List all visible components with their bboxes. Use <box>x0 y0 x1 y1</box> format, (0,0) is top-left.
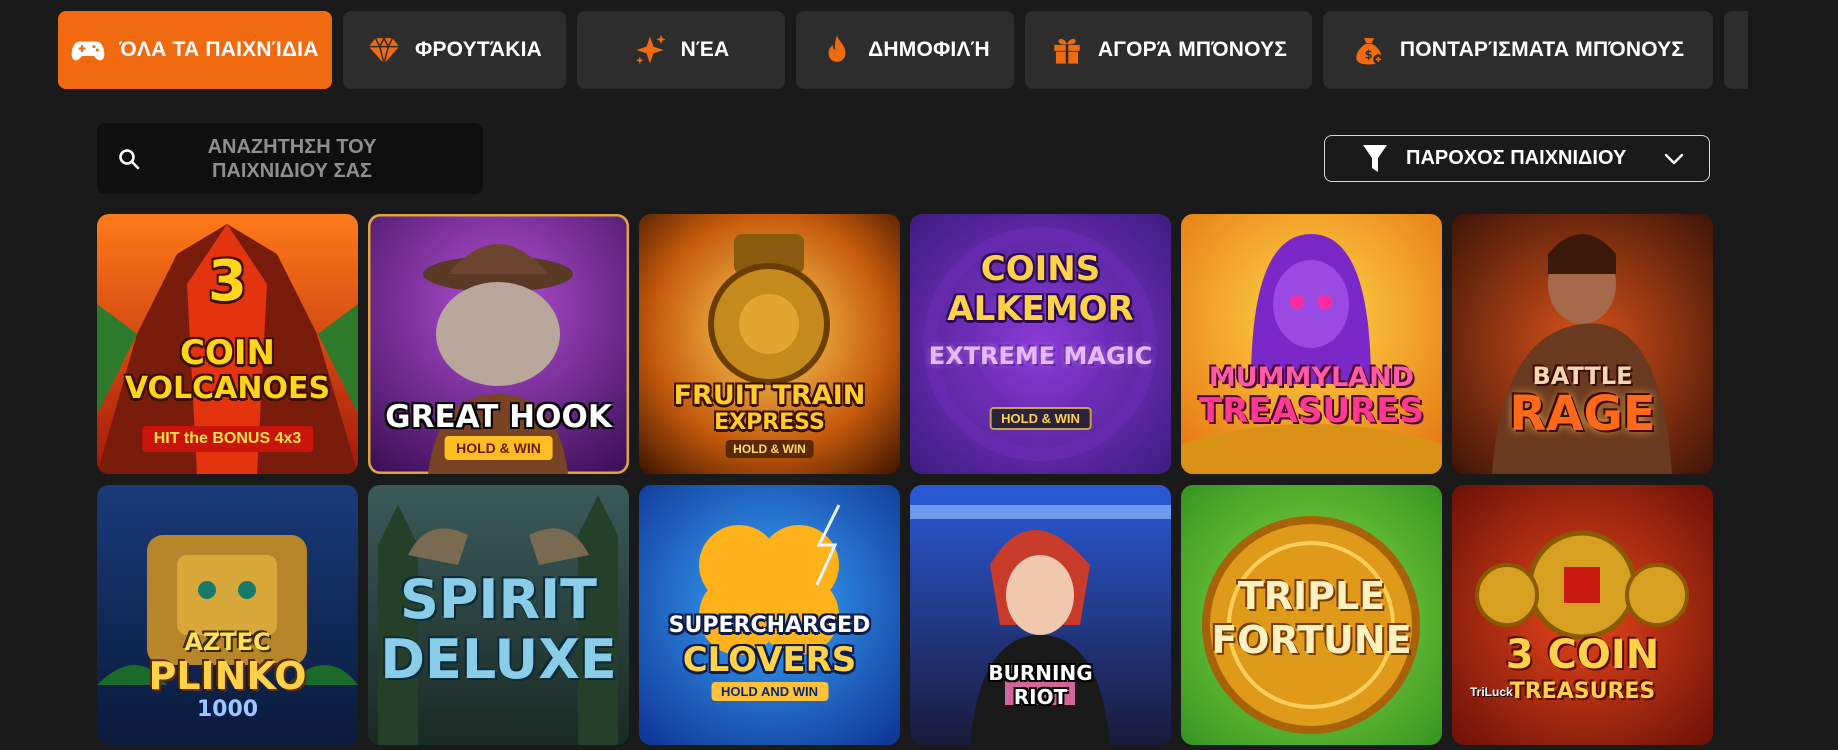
search-input[interactable]: ΑΝΑΖΗΤΗΣΗ ΤΟΥ ΠΑΙΧΝΙΔΙΟΥ ΣΑΣ <box>141 135 483 183</box>
gamepad-icon <box>72 41 105 61</box>
tab-label: ΌΛΑ ΤΑ ΠΑΙΧΝΊΔΙΑ <box>119 38 319 61</box>
search-box[interactable]: ΑΝΑΖΗΤΗΣΗ ΤΟΥ ΠΑΙΧΝΙΔΙΟΥ ΣΑΣ <box>97 123 483 194</box>
tab-label: ΑΓΟΡΆ ΜΠΌΝΟΥΣ <box>1097 38 1288 61</box>
game-card-aztec-plinko[interactable]: AZTEC PLINKO 1000 <box>97 485 358 745</box>
search-icon <box>119 148 140 169</box>
game-card-battle-rage[interactable]: BATTLE RAGE <box>1452 214 1713 474</box>
tab-new[interactable]: ΝΈΑ <box>577 11 785 89</box>
game-badge: HIT the BONUS 4x3 <box>141 426 314 452</box>
game-badge: HOLD & WIN <box>989 407 1092 430</box>
game-thumbnail <box>368 214 629 474</box>
money-bag-icon: $ <box>1356 38 1384 65</box>
tab-label: ΔΗΜΟΦΙΛΉ <box>868 38 990 61</box>
provider-logo: TriLuck <box>1470 685 1513 699</box>
game-thumbnail <box>639 214 900 474</box>
tab-all-games[interactable]: ΌΛΑ ΤΑ ΠΑΙΧΝΊΔΙΑ <box>58 11 332 89</box>
game-card-triple-fortune[interactable]: TRIPLE FORTUNE <box>1181 485 1442 745</box>
tab-popular[interactable]: ΔΗΜΟΦΙΛΉ <box>796 11 1014 89</box>
tab-label: ΝΈΑ <box>680 38 730 61</box>
tab-bonus-bets[interactable]: $ ΠΟΝΤΑΡΊΣΜΑΤΑ ΜΠΌΝΟΥΣ <box>1323 11 1713 89</box>
tab-label: ΠΟΝΤΑΡΊΣΜΑΤΑ ΜΠΌΝΟΥΣ <box>1399 38 1685 61</box>
game-card-fruit-train-express[interactable]: FRUIT TRAIN EXPRESS HOLD & WIN <box>639 214 900 474</box>
game-badge: HOLD & WIN <box>725 440 814 458</box>
svg-text:$: $ <box>1365 49 1373 62</box>
flame-icon <box>828 35 846 62</box>
tab-label: ΦΡΟΥΤΆΚΙΑ <box>415 38 542 61</box>
game-thumbnail <box>1452 485 1713 745</box>
funnel-icon <box>1363 144 1387 172</box>
game-badge: HOLD AND WIN <box>710 682 829 701</box>
game-card-3-coin-treasures[interactable]: 3 COIN TREASURES TriLuck <box>1452 485 1713 745</box>
gift-icon <box>1054 38 1080 64</box>
game-card-supercharged-clovers[interactable]: SUPERCHARGED CLOVERS HOLD AND WIN <box>639 485 900 745</box>
game-card-great-hook[interactable]: GREAT HOOK HOLD & WIN <box>368 214 629 474</box>
game-grid: 3 COIN VOLCANOES HIT the BONUS 4x3 GREAT… <box>97 214 1713 745</box>
game-card-3-coin-volcanoes[interactable]: 3 COIN VOLCANOES HIT the BONUS 4x3 <box>97 214 358 474</box>
chevron-down-icon <box>1664 153 1684 164</box>
game-card-coins-of-alkemor[interactable]: COINS ALKEMOR EXTREME MAGIC HOLD & WIN <box>910 214 1171 474</box>
sparkle-icon <box>635 34 666 65</box>
game-card-mummyland-treasures[interactable]: MUMMYLAND TREASURES <box>1181 214 1442 474</box>
game-card-wild-spirit-deluxe[interactable]: SPIRIT DELUXE <box>368 485 629 745</box>
tab-scroll-overflow[interactable] <box>1724 11 1748 89</box>
game-thumbnail <box>1181 214 1442 474</box>
provider-filter-dropdown[interactable]: ΠΑΡΟΧΟΣ ΠΑΙΧΝΙΔΙΟΥ <box>1324 135 1710 182</box>
diamond-icon <box>368 36 400 64</box>
provider-filter-label: ΠΑΡΟΧΟΣ ΠΑΙΧΝΙΔΙΟΥ <box>1406 147 1627 169</box>
tab-bonus-buy[interactable]: ΑΓΟΡΆ ΜΠΌΝΟΥΣ <box>1025 11 1312 89</box>
game-badge: HOLD & WIN <box>444 436 553 460</box>
category-tabs: ΌΛΑ ΤΑ ΠΑΙΧΝΊΔΙΑ ΦΡΟΥΤΆΚΙΑ ΝΈΑ ΔΗΜΟΦΙΛΉ … <box>58 11 1748 89</box>
tab-fruit-slots[interactable]: ΦΡΟΥΤΆΚΙΑ <box>343 11 566 89</box>
game-card-burning-riot[interactable]: BURNING RIOT <box>910 485 1171 745</box>
